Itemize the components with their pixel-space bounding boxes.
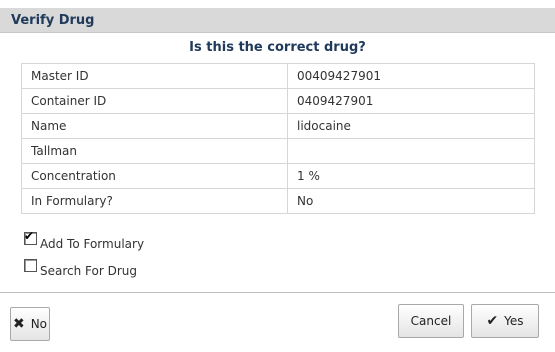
table-row: In Formulary? No: [21, 188, 535, 214]
detail-value: 0409427901: [287, 88, 535, 114]
checkmark-icon: ✔: [486, 313, 499, 329]
yes-button[interactable]: ✔ Yes: [471, 304, 539, 338]
no-button[interactable]: ✖ No: [10, 307, 50, 341]
no-button-label: No: [30, 317, 48, 331]
detail-value: [287, 138, 535, 164]
table-row: Name lidocaine: [21, 113, 535, 139]
verify-drug-dialog: Verify Drug Is this the correct drug? Ma…: [0, 0, 555, 352]
dialog-title: Verify Drug: [11, 13, 95, 28]
cancel-button[interactable]: Cancel: [398, 304, 464, 338]
detail-label: In Formulary?: [21, 188, 288, 214]
add-to-formulary-option[interactable]: ✔ Add To Formulary: [24, 229, 144, 251]
add-to-formulary-label[interactable]: Add To Formulary: [40, 237, 144, 251]
dialog-footer: ✖ No Cancel ✔ Yes: [0, 293, 555, 352]
cancel-button-label: Cancel: [410, 314, 452, 328]
add-to-formulary-checkbox[interactable]: ✔: [24, 229, 37, 245]
yes-button-label: Yes: [504, 314, 524, 328]
checkmark-icon: ✔: [24, 229, 35, 243]
detail-value: lidocaine: [287, 113, 535, 139]
detail-label: Tallman: [21, 138, 288, 164]
dialog-titlebar: Verify Drug: [0, 8, 555, 33]
detail-label: Container ID: [21, 88, 288, 114]
table-row: Master ID 00409427901: [21, 63, 535, 89]
drug-details-table: Master ID 00409427901 Container ID 04094…: [21, 63, 535, 214]
table-row: Concentration 1 %: [21, 163, 535, 189]
search-for-drug-option[interactable]: Search For Drug: [24, 259, 137, 278]
x-icon: ✖: [12, 316, 25, 332]
confirmation-question: Is this the correct drug?: [189, 40, 366, 55]
search-for-drug-label[interactable]: Search For Drug: [40, 264, 137, 278]
detail-value: 1 %: [287, 163, 535, 189]
detail-label: Name: [21, 113, 288, 139]
detail-value: No: [287, 188, 535, 214]
detail-label: Concentration: [21, 163, 288, 189]
detail-value: 00409427901: [287, 63, 535, 89]
detail-label: Master ID: [21, 63, 288, 89]
search-for-drug-checkbox[interactable]: [24, 259, 37, 272]
table-row: Tallman: [21, 138, 535, 164]
table-row: Container ID 0409427901: [21, 88, 535, 114]
